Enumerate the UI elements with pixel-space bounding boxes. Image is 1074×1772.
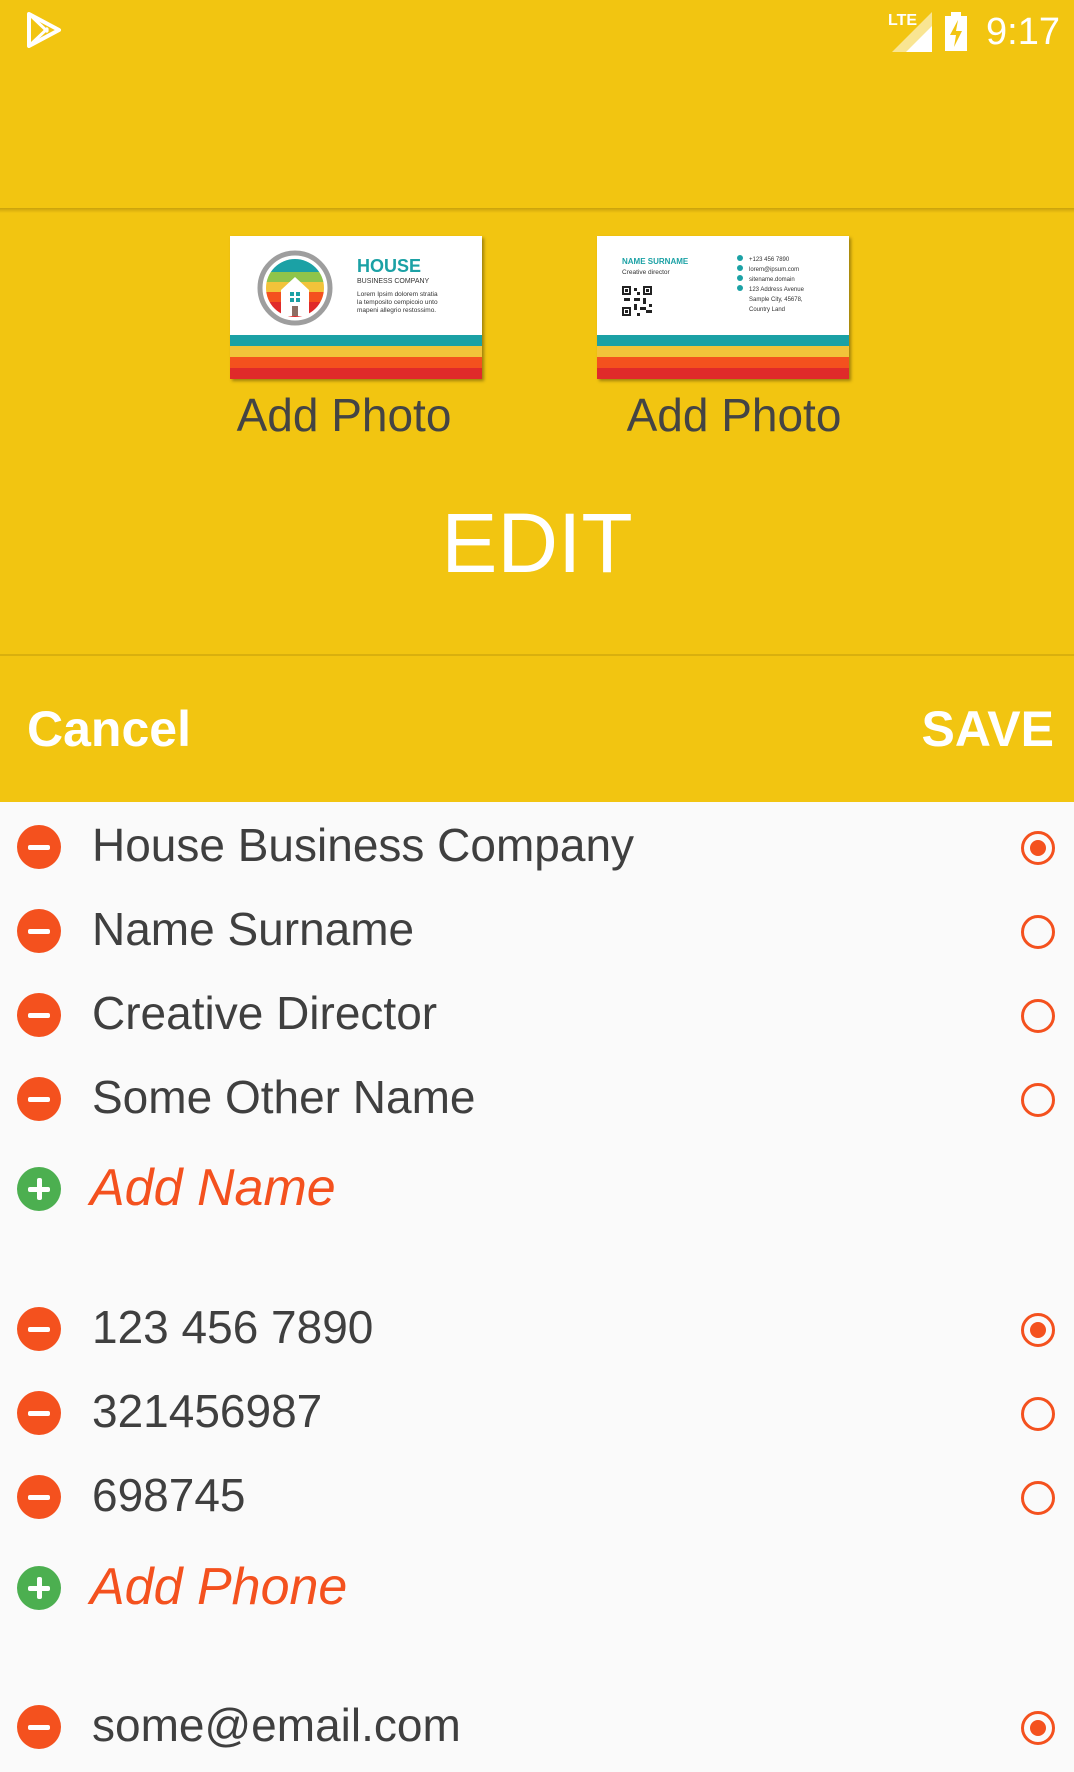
add-name-button[interactable]: Add Name (90, 1158, 336, 1218)
clock: 9:17 (986, 10, 1060, 53)
save-button[interactable]: SAVE (922, 700, 1054, 758)
phone-row: 321456987 (0, 1370, 1074, 1454)
house-logo-icon (257, 250, 333, 326)
primary-radio[interactable] (1021, 1397, 1055, 1431)
name-row: Some Other Name (0, 1056, 1074, 1140)
signal-icon: LTE (888, 10, 934, 54)
add-front-photo-button[interactable]: Add Photo (194, 388, 494, 442)
name-value[interactable]: Creative Director (92, 986, 437, 1040)
back-card-thumbnail[interactable]: NAME SURNAME Creative director +123 456 … (597, 236, 849, 379)
add-icon[interactable] (17, 1167, 61, 1211)
qr-code-icon (622, 286, 652, 316)
front-card-thumbnail[interactable]: HOUSE BUSINESS COMPANY Lorem Ipsim dolor… (230, 236, 482, 379)
card-body-line: mapeni allegrio restossimo. (357, 307, 437, 314)
card-stripes (597, 335, 849, 379)
play-store-icon (27, 12, 61, 48)
add-phone-row[interactable]: Add Phone (0, 1545, 1074, 1629)
name-row: House Business Company (0, 804, 1074, 888)
add-back-photo-button[interactable]: Add Photo (584, 388, 884, 442)
battery-charging-icon (945, 12, 968, 51)
email-row: some@email.com (0, 1684, 1074, 1768)
phone-row: 123 456 7890 (0, 1286, 1074, 1370)
primary-radio[interactable] (1021, 1083, 1055, 1117)
card-contact-line: +123 456 7890 (737, 255, 804, 265)
add-phone-button[interactable]: Add Phone (90, 1557, 347, 1617)
primary-radio[interactable] (1021, 1313, 1055, 1347)
remove-icon[interactable] (17, 1705, 61, 1749)
primary-radio[interactable] (1021, 831, 1055, 865)
name-row: Creative Director (0, 972, 1074, 1056)
cancel-button[interactable]: Cancel (27, 700, 191, 758)
remove-icon[interactable] (17, 909, 61, 953)
card-contact-line: sitename.domain (737, 275, 804, 285)
phone-value[interactable]: 321456987 (92, 1384, 322, 1438)
primary-radio[interactable] (1021, 999, 1055, 1033)
remove-icon[interactable] (17, 825, 61, 869)
card-body-line: la temposito cempicoio unto (357, 299, 438, 306)
phone-value[interactable]: 698745 (92, 1468, 246, 1522)
status-bar: LTE 9:17 (0, 0, 1074, 64)
card-contact-line: Sample City, 45678, (749, 297, 803, 303)
card-person-name: NAME SURNAME (622, 257, 689, 266)
phone-row: 698745 (0, 1454, 1074, 1538)
email-value[interactable]: some@email.com (92, 1698, 461, 1752)
card-company-title: HOUSE (357, 256, 422, 276)
primary-radio[interactable] (1021, 1711, 1055, 1745)
toolbar-divider (0, 208, 1074, 213)
card-contact-line: 123 Address Avenue (737, 285, 804, 295)
card-person-title: Creative director (622, 269, 670, 276)
card-company-subtitle: BUSINESS COMPANY (357, 278, 430, 285)
add-icon[interactable] (17, 1566, 61, 1610)
remove-icon[interactable] (17, 1391, 61, 1435)
card-contact-line: Country Land (749, 307, 786, 313)
name-value[interactable]: House Business Company (92, 818, 634, 872)
name-value[interactable]: Some Other Name (92, 1070, 475, 1124)
card-body-line: Lorem Ipsim dolorem stratia (357, 291, 438, 298)
remove-icon[interactable] (17, 1307, 61, 1351)
card-contact-line: lorem@ipsum.com (737, 265, 804, 275)
add-name-row[interactable]: Add Name (0, 1146, 1074, 1230)
header-divider (0, 654, 1074, 656)
remove-icon[interactable] (17, 1475, 61, 1519)
name-row: Name Surname (0, 888, 1074, 972)
primary-radio[interactable] (1021, 1481, 1055, 1515)
network-label: LTE (888, 12, 918, 29)
card-stripes (230, 335, 482, 379)
name-value[interactable]: Name Surname (92, 902, 414, 956)
remove-icon[interactable] (17, 1077, 61, 1121)
page-title: EDIT (441, 496, 633, 590)
primary-radio[interactable] (1021, 915, 1055, 949)
remove-icon[interactable] (17, 993, 61, 1037)
header-background (0, 0, 1074, 802)
phone-value[interactable]: 123 456 7890 (92, 1300, 373, 1354)
